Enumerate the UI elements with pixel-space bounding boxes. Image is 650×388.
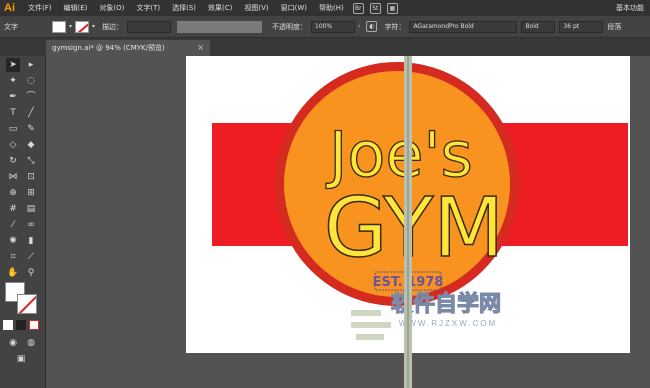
menu-select[interactable]: 选择(S) <box>166 0 202 16</box>
menu-effect[interactable]: 效果(C) <box>202 0 238 16</box>
document-tab[interactable]: gymsign.ai* @ 94% (CMYK/预览) × <box>46 40 210 56</box>
shaper-tool-icon[interactable]: ◇ <box>6 138 20 152</box>
dumbbell-shape[interactable] <box>351 322 391 328</box>
document-tab-label: gymsign.ai* @ 94% (CMYK/预览) <box>52 44 165 52</box>
dumbbell-shape[interactable] <box>351 310 381 316</box>
draw-mode-icon[interactable]: ◉ <box>6 336 20 350</box>
gym-text[interactable]: GYM <box>323 180 505 277</box>
magic-wand-tool-icon[interactable]: ✦ <box>6 74 20 88</box>
menu-bar: Ai 文件(F) 编辑(E) 对象(O) 文字(T) 选择(S) 效果(C) 视… <box>0 0 650 16</box>
fill-swatch[interactable] <box>52 20 66 33</box>
shape-builder-tool-icon[interactable]: ⊕ <box>6 186 20 200</box>
tools-panel: ➤ ▸ ✦ ◌ ✒ ⌒ T ╱ ▭ ✎ ◇ ◆ ↻ ⤡ ⋈ ⊡ ⊕ ⊞ # ▤ … <box>0 56 46 388</box>
menu-type[interactable]: 文字(T) <box>130 0 166 16</box>
stroke-weight-input[interactable] <box>127 20 172 33</box>
line-tool-icon[interactable]: ╱ <box>24 106 38 120</box>
font-family-select[interactable]: AGaramondPro Bold <box>409 20 518 33</box>
slice-tool-icon[interactable]: ⟋ <box>24 250 38 264</box>
close-icon[interactable]: × <box>197 40 204 56</box>
perspective-grid-tool-icon[interactable]: ⊞ <box>24 186 38 200</box>
arrange-documents-icon[interactable]: ▦ <box>386 2 398 14</box>
direct-selection-tool-icon[interactable]: ▸ <box>24 58 38 72</box>
selection-tool-icon[interactable]: ➤ <box>6 58 20 72</box>
stroke-color-box[interactable] <box>17 294 37 314</box>
character-label[interactable]: 字符： <box>380 22 409 32</box>
watermark-url: WWW.RJZXW.COM <box>399 319 497 328</box>
chevron-down-icon[interactable]: ▾ <box>66 23 75 30</box>
canvas[interactable]: Joe's GYM EST. 1978 软件自学网 WWW.RJZXW.COM <box>47 56 650 388</box>
column-graph-tool-icon[interactable]: ▮ <box>24 234 38 248</box>
menu-window[interactable]: 窗口(W) <box>275 0 313 16</box>
opacity-label: 不透明度： <box>272 22 308 31</box>
chevron-right-icon[interactable]: › <box>355 23 363 30</box>
paragraph-label[interactable]: 段落 <box>603 22 625 32</box>
recolor-icon[interactable]: ◐ <box>366 21 378 32</box>
chevron-down-icon[interactable]: ▾ <box>89 23 98 30</box>
document-tab-bar: gymsign.ai* @ 94% (CMYK/预览) × <box>0 38 650 56</box>
screen-mode-icon[interactable]: ▣ <box>14 352 28 366</box>
stroke-swatch[interactable] <box>75 20 90 33</box>
eraser-tool-icon[interactable]: ◆ <box>24 138 38 152</box>
mesh-tool-icon[interactable]: # <box>6 202 20 216</box>
mode-label: 文字 <box>4 22 18 31</box>
stroke-label: 描边： <box>102 22 124 31</box>
menu-view[interactable]: 视图(V) <box>238 0 274 16</box>
workspace-switcher[interactable]: 基本功能 <box>610 3 650 13</box>
menu-edit[interactable]: 编辑(E) <box>58 0 94 16</box>
vertical-guide[interactable] <box>404 56 412 388</box>
font-size-input[interactable]: 36 pt <box>559 20 604 33</box>
draw-inside-icon[interactable]: ◍ <box>24 336 38 350</box>
font-style-select[interactable]: Bold <box>521 20 556 33</box>
opacity-input[interactable]: 100% <box>311 20 356 33</box>
guide-line <box>407 56 409 388</box>
gradient-mode-icon[interactable] <box>16 320 26 330</box>
menu-file[interactable]: 文件(F) <box>22 0 58 16</box>
blend-tool-icon[interactable]: ∞ <box>24 218 38 232</box>
eyedropper-tool-icon[interactable]: ⁄ <box>6 218 20 232</box>
none-mode-icon[interactable] <box>29 320 39 330</box>
stock-icon[interactable]: St <box>369 2 381 14</box>
width-tool-icon[interactable]: ⋈ <box>6 170 20 184</box>
zoom-tool-icon[interactable]: ⚲ <box>24 266 38 280</box>
lasso-tool-icon[interactable]: ◌ <box>24 74 38 88</box>
menu-object[interactable]: 对象(O) <box>93 0 130 16</box>
hand-tool-icon[interactable]: ✋ <box>6 266 20 280</box>
control-bar: 文字 ▾ ▾ 描边： 不透明度： 100% › ◐ 字符： AGaramondP… <box>0 16 650 38</box>
type-tool-icon[interactable]: T <box>6 106 20 120</box>
bridge-icon[interactable]: Br <box>352 2 364 14</box>
variable-width-profile[interactable] <box>177 20 263 33</box>
rectangle-tool-icon[interactable]: ▭ <box>6 122 20 136</box>
dumbbell-shape[interactable] <box>356 334 384 340</box>
free-transform-tool-icon[interactable]: ⊡ <box>24 170 38 184</box>
menu-help[interactable]: 帮助(H) <box>313 0 350 16</box>
artboard-tool-icon[interactable]: ⌗ <box>6 250 20 264</box>
scale-tool-icon[interactable]: ⤡ <box>24 154 38 168</box>
gradient-tool-icon[interactable]: ▤ <box>24 202 38 216</box>
illustrator-window: Ai 文件(F) 编辑(E) 对象(O) 文字(T) 选择(S) 效果(C) 视… <box>0 0 650 388</box>
pen-tool-icon[interactable]: ✒ <box>6 90 20 104</box>
rotate-tool-icon[interactable]: ↻ <box>6 154 20 168</box>
paintbrush-tool-icon[interactable]: ✎ <box>24 122 38 136</box>
curvature-tool-icon[interactable]: ⌒ <box>24 90 38 104</box>
app-logo: Ai <box>4 2 15 14</box>
color-mode-icon[interactable] <box>3 320 13 330</box>
symbol-sprayer-tool-icon[interactable]: ✺ <box>6 234 20 248</box>
